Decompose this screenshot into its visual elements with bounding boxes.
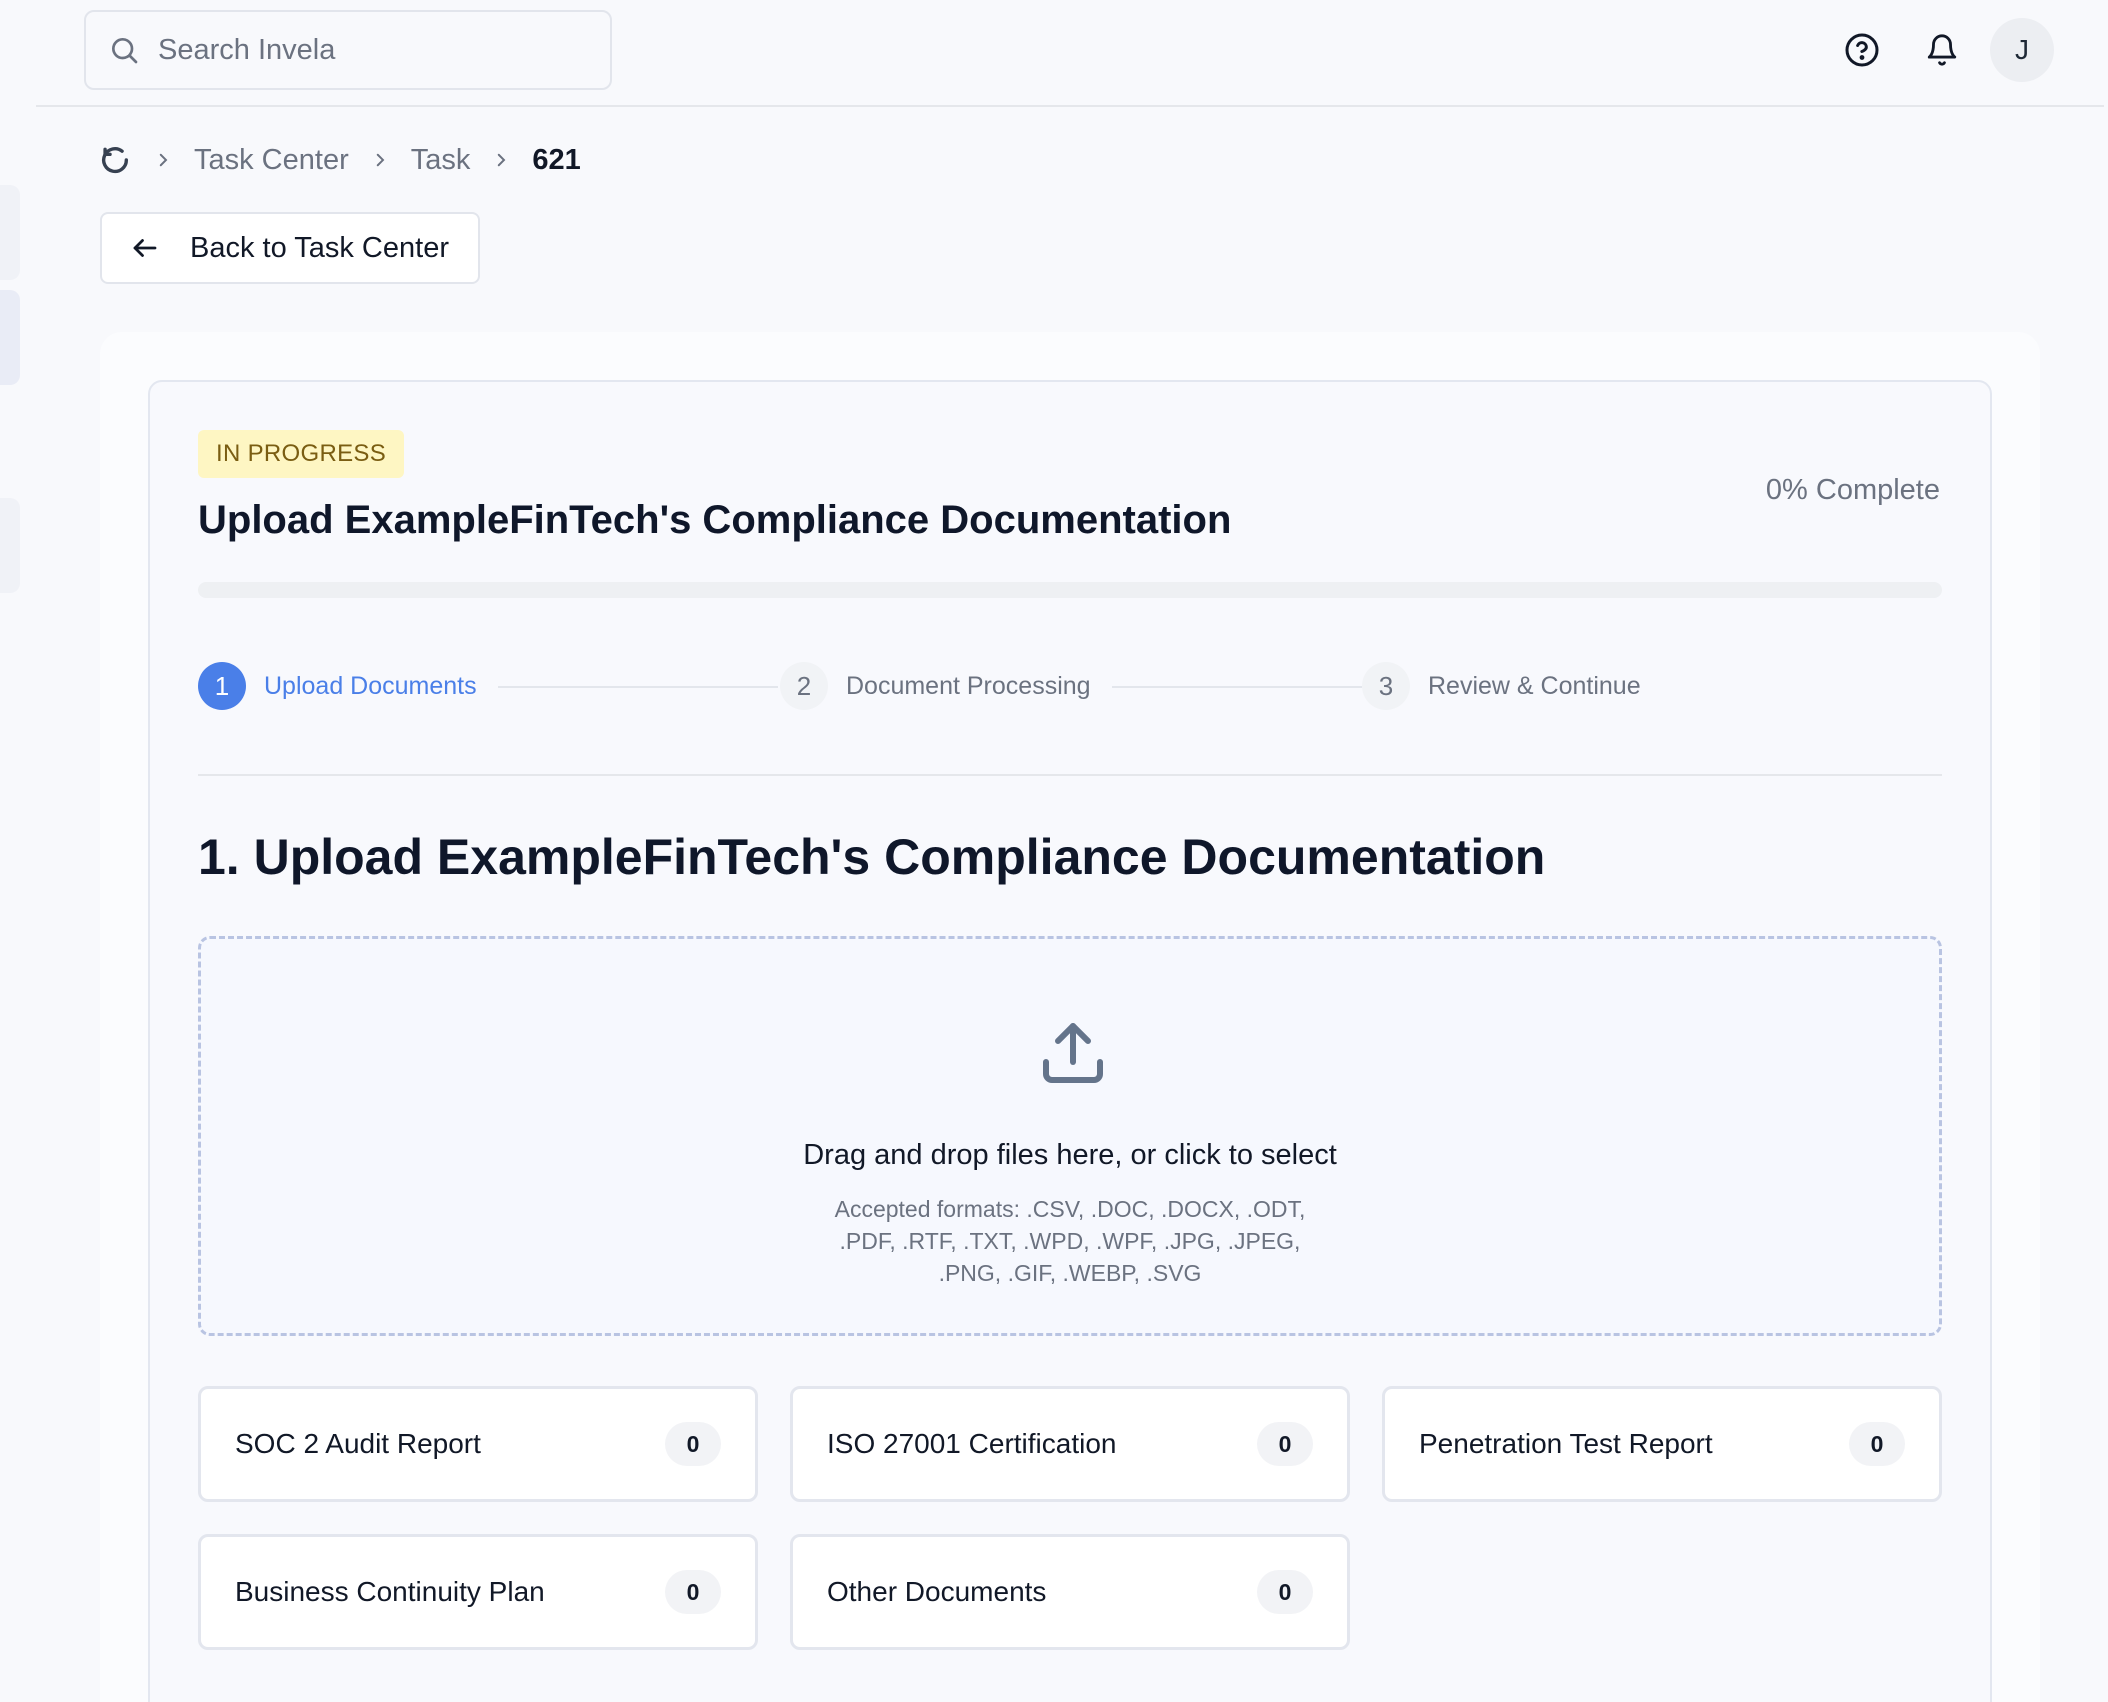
category-count: 0	[665, 1570, 721, 1614]
divider	[198, 774, 1942, 776]
progress-bar	[198, 582, 1942, 598]
category-count: 0	[1257, 1422, 1313, 1466]
step-document-processing[interactable]: 2 Document Processing	[780, 662, 1091, 710]
category-count: 0	[1849, 1422, 1905, 1466]
category-label: Penetration Test Report	[1419, 1428, 1713, 1459]
step-upload-documents[interactable]: 1 Upload Documents	[198, 662, 477, 710]
help-icon[interactable]	[1840, 28, 1884, 72]
category-label: ISO 27001 Certification	[827, 1428, 1117, 1459]
category-penetration-test[interactable]: Penetration Test Report 0	[1382, 1386, 1942, 1502]
home-icon[interactable]	[98, 143, 132, 177]
step-number: 2	[780, 662, 828, 710]
step-number: 3	[1362, 662, 1410, 710]
category-count: 0	[1257, 1570, 1313, 1614]
breadcrumb-task-center[interactable]: Task Center	[194, 144, 349, 177]
file-dropzone[interactable]: Drag and drop files here, or click to se…	[198, 936, 1942, 1336]
step-label: Review & Continue	[1428, 671, 1641, 700]
back-button-label: Back to Task Center	[190, 231, 449, 264]
search-input[interactable]: Search Invela	[84, 10, 612, 90]
status-badge: IN PROGRESS	[198, 430, 404, 478]
step-number: 1	[198, 662, 246, 710]
step-connector	[1112, 686, 1362, 688]
top-bar: Search Invela J	[36, 0, 2104, 107]
task-title: Upload ExampleFinTech's Compliance Docum…	[198, 498, 1232, 542]
chevron-right-icon	[371, 151, 389, 169]
category-count: 0	[665, 1422, 721, 1466]
progress-text: 0% Complete	[1765, 474, 1940, 506]
category-label: Other Documents	[827, 1576, 1047, 1607]
search-icon	[108, 34, 140, 66]
sidebar-rail-item[interactable]	[0, 498, 20, 593]
breadcrumb: Task Center Task 621	[98, 140, 581, 180]
search-placeholder: Search Invela	[158, 33, 336, 66]
step-review-continue[interactable]: 3 Review & Continue	[1362, 662, 1641, 710]
category-business-continuity[interactable]: Business Continuity Plan 0	[198, 1534, 758, 1650]
step-connector	[498, 686, 778, 688]
category-other-documents[interactable]: Other Documents 0	[790, 1534, 1350, 1650]
section-title: 1. Upload ExampleFinTech's Compliance Do…	[198, 829, 1546, 885]
step-label: Upload Documents	[264, 671, 477, 700]
category-iso-27001[interactable]: ISO 27001 Certification 0	[790, 1386, 1350, 1502]
upload-icon	[1037, 1017, 1109, 1089]
arrow-left-icon	[130, 233, 160, 263]
avatar[interactable]: J	[1990, 18, 2054, 82]
sidebar-rail-item[interactable]	[0, 185, 20, 280]
sidebar-rail-item-active[interactable]	[0, 290, 20, 385]
category-label: Business Continuity Plan	[235, 1576, 545, 1607]
bell-icon[interactable]	[1920, 28, 1964, 72]
dropzone-formats: Accepted formats: .CSV, .DOC, .DOCX, .OD…	[834, 1196, 1306, 1286]
category-soc2-audit-report[interactable]: SOC 2 Audit Report 0	[198, 1386, 758, 1502]
chevron-right-icon	[154, 151, 172, 169]
category-label: SOC 2 Audit Report	[235, 1428, 481, 1459]
breadcrumb-current: 621	[532, 143, 581, 176]
breadcrumb-task[interactable]: Task	[411, 144, 471, 177]
step-label: Document Processing	[846, 671, 1091, 700]
back-to-task-center-button[interactable]: Back to Task Center	[100, 212, 480, 284]
dropzone-title: Drag and drop files here, or click to se…	[803, 1139, 1337, 1171]
chevron-right-icon	[492, 151, 510, 169]
